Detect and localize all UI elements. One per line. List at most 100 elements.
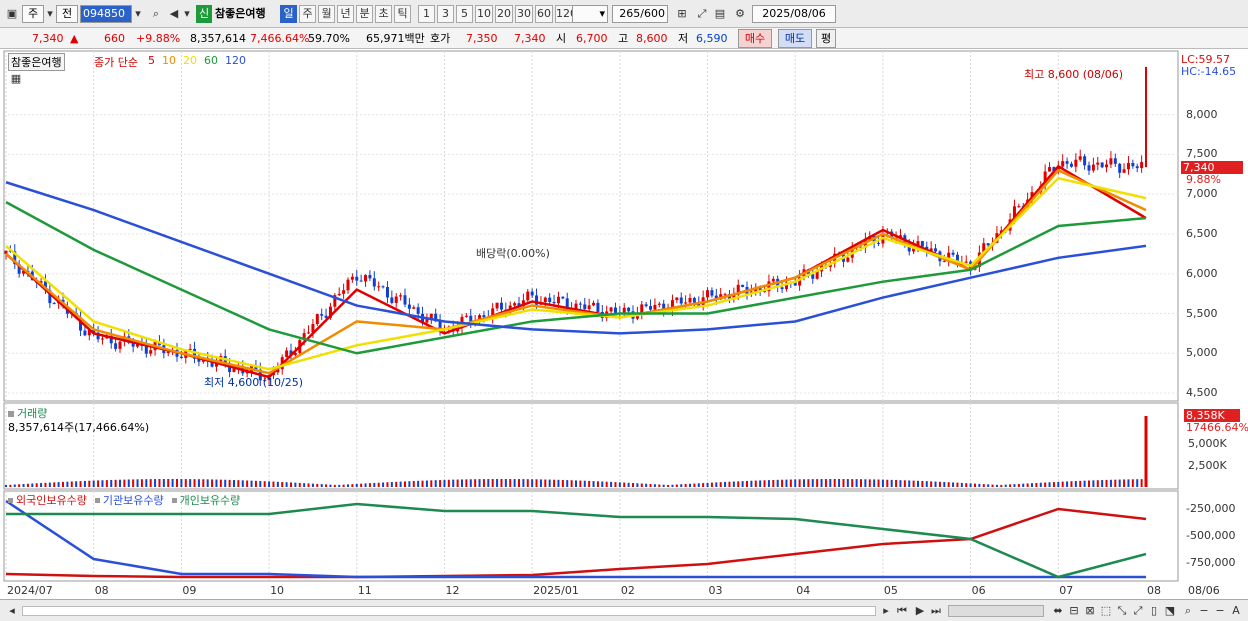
- zoom-icon[interactable]: ⌕: [1180, 602, 1196, 620]
- save-icon[interactable]: ▤: [712, 5, 728, 23]
- stock-code-input[interactable]: 094850: [80, 5, 132, 23]
- ma-legend-item-60[interactable]: 60: [204, 54, 218, 67]
- chevron-down-icon[interactable]: ▾: [44, 5, 56, 23]
- interval-button-2[interactable]: 5: [456, 5, 473, 23]
- candle-body: [385, 287, 389, 298]
- volume-bar: [123, 479, 126, 487]
- zoom-in-icon[interactable]: −: [1212, 602, 1228, 620]
- settings-candle-icon[interactable]: ⊞: [674, 5, 690, 23]
- period-select[interactable]: 주: [22, 5, 44, 23]
- open-value: 6,700: [576, 32, 608, 45]
- ma-legend-item-120[interactable]: 120: [225, 54, 246, 67]
- period-tab-3[interactable]: 년: [337, 5, 354, 23]
- period-tab-2[interactable]: 월: [318, 5, 335, 23]
- candle-body: [416, 307, 420, 314]
- volume-bar: [886, 479, 889, 487]
- period-tab-5[interactable]: 초: [375, 5, 392, 23]
- tool-icon-1[interactable]: ⬌: [1050, 602, 1066, 620]
- volume-bar: [390, 482, 393, 487]
- chevron-down-icon[interactable]: ▾: [132, 5, 144, 23]
- fast-forward-icon[interactable]: ⏭: [928, 602, 944, 620]
- buy-button[interactable]: 매수: [738, 29, 772, 48]
- candle-body: [780, 287, 784, 290]
- stock-chart[interactable]: [0, 49, 1248, 599]
- holding-legend-item-1[interactable]: 기관보유수량: [103, 494, 164, 507]
- candle-body: [1074, 159, 1078, 167]
- candle-body: [355, 276, 359, 281]
- gear-icon[interactable]: ⚙: [732, 5, 748, 23]
- tool-icon-3[interactable]: ⊠: [1082, 602, 1098, 620]
- interval-button-4[interactable]: 20: [495, 5, 513, 23]
- chart-scrollbar[interactable]: ◂ ▸ ⏮ ▶ ⏭ ⬌ ⊟ ⊠ ⬚ ⤡ ⤢ ▯ ⬔ ⌕ − − A: [0, 599, 1248, 621]
- open-label: 시: [556, 32, 567, 45]
- data-count-field[interactable]: 265/600: [612, 5, 668, 23]
- interval-button-1[interactable]: 3: [437, 5, 454, 23]
- search-icon[interactable]: ⌕: [148, 5, 164, 23]
- candle-body: [100, 338, 104, 340]
- candle-body: [1135, 166, 1139, 169]
- tool-icon-2[interactable]: ⊟: [1066, 602, 1082, 620]
- volume-bar: [645, 483, 648, 487]
- volume-bar: [478, 479, 481, 487]
- interval-dropdown[interactable]: ▾: [572, 5, 608, 23]
- volume-bar: [311, 483, 314, 487]
- tool-icon-7[interactable]: ▯: [1146, 602, 1162, 620]
- volume-bar: [162, 479, 165, 487]
- holding-legend-item-0[interactable]: 외국인보유수량: [16, 494, 87, 507]
- period-tab-0[interactable]: 일: [280, 5, 297, 23]
- date-input[interactable]: 2025/08/06: [752, 5, 836, 23]
- tool-icon-4[interactable]: ⬚: [1098, 602, 1114, 620]
- volume-bar: [1017, 483, 1020, 487]
- candle-body: [644, 304, 648, 307]
- chevron-down-icon: ▾: [599, 7, 605, 20]
- volume-bar: [820, 479, 823, 487]
- volume-bar: [351, 484, 354, 487]
- period-tab-1[interactable]: 주: [299, 5, 316, 23]
- count-value: 265: [619, 7, 641, 20]
- evaluate-button[interactable]: 평: [816, 29, 836, 48]
- interval-button-0[interactable]: 1: [418, 5, 435, 23]
- play-icon[interactable]: ▶: [912, 602, 928, 620]
- volume-bar: [855, 479, 858, 487]
- volume-bar: [386, 482, 389, 487]
- grid-toggle-icon[interactable]: ▦: [8, 70, 24, 88]
- zoom-out-icon[interactable]: −: [1196, 602, 1212, 620]
- volume-bar: [789, 479, 792, 487]
- speaker-icon[interactable]: ◀: [166, 5, 182, 23]
- tool-icon-6[interactable]: ⤢: [1130, 602, 1146, 620]
- volume-bar: [211, 479, 214, 487]
- candle-body: [464, 315, 468, 317]
- volume-bar: [675, 484, 678, 487]
- trend-tool-icon[interactable]: ⤢: [694, 5, 710, 23]
- scroll-left-icon[interactable]: ◂: [4, 602, 20, 620]
- ma-legend-item-5[interactable]: 5: [148, 54, 155, 67]
- font-size-icon[interactable]: A: [1228, 602, 1244, 620]
- volume-bar: [596, 481, 599, 487]
- tool-icon-5[interactable]: ⤡: [1114, 602, 1130, 620]
- hoga-bid: 7,340: [514, 32, 546, 45]
- volume-bar: [62, 481, 64, 487]
- volume-bar: [1044, 482, 1047, 487]
- volume-bar: [943, 481, 946, 487]
- period-tab-6[interactable]: 틱: [394, 5, 411, 23]
- holding-legend-item-2[interactable]: 개인보유수량: [180, 494, 241, 507]
- zoom-slider[interactable]: [948, 605, 1044, 617]
- prev-button[interactable]: 전: [56, 5, 78, 23]
- volume-bar: [259, 481, 262, 487]
- rewind-icon[interactable]: ⏮: [894, 602, 910, 620]
- sell-button[interactable]: 매도: [778, 29, 812, 48]
- volume-bar: [1061, 481, 1064, 487]
- ma-legend-item-10[interactable]: 10: [162, 54, 176, 67]
- candle-body: [877, 242, 881, 244]
- scroll-track[interactable]: [22, 606, 876, 616]
- chart-menu-icon[interactable]: ▣: [4, 5, 20, 23]
- interval-button-6[interactable]: 60: [535, 5, 553, 23]
- interval-button-5[interactable]: 30: [515, 5, 533, 23]
- period-tab-4[interactable]: 분: [356, 5, 373, 23]
- interval-button-3[interactable]: 10: [475, 5, 493, 23]
- scroll-right-icon[interactable]: ▸: [878, 602, 894, 620]
- ma-legend-item-20[interactable]: 20: [183, 54, 197, 67]
- tool-icon-8[interactable]: ⬔: [1162, 602, 1178, 620]
- volume-bar: [491, 479, 494, 487]
- chevron-down-icon[interactable]: ▾: [182, 5, 192, 23]
